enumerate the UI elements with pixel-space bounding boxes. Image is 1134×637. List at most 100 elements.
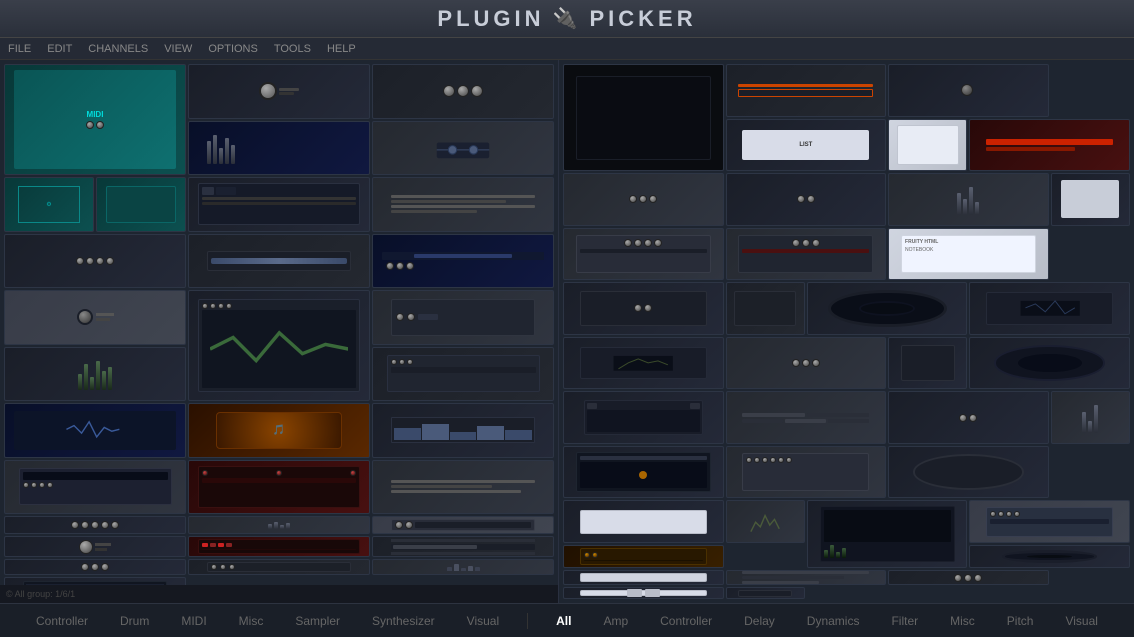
plugin-thumb[interactable]: LIST: [726, 119, 887, 172]
plugin-thumb[interactable]: [969, 119, 1130, 172]
category-divider: [527, 613, 528, 629]
plugin-thumb[interactable]: [969, 545, 1130, 568]
plugin-thumb[interactable]: [888, 173, 1049, 226]
cat-drum[interactable]: Drum: [116, 614, 153, 628]
plugin-thumb[interactable]: [1051, 173, 1130, 226]
plugin-thumb[interactable]: [4, 536, 186, 557]
app-title: PLUGIN 🔌 PICKER: [437, 6, 696, 32]
plugin-thumb[interactable]: [807, 282, 968, 335]
right-plugin-panel: LIST: [558, 60, 1134, 603]
plugin-thumb[interactable]: [4, 516, 186, 534]
plugin-thumb[interactable]: [188, 177, 370, 232]
status-bar: © All group: 1/6/1: [0, 585, 558, 603]
plugin-thumb[interactable]: [4, 234, 186, 289]
plugin-thumb[interactable]: [372, 347, 554, 402]
plugin-thumb[interactable]: [969, 500, 1130, 543]
plugin-thumb[interactable]: [888, 64, 1049, 117]
plugin-thumb[interactable]: [4, 347, 186, 402]
plugin-thumb[interactable]: [726, 570, 887, 585]
plugin-thumb[interactable]: [563, 337, 724, 390]
plugin-thumb[interactable]: [563, 570, 724, 585]
menu-tools[interactable]: TOOLS: [274, 43, 311, 55]
plugin-thumb[interactable]: [188, 460, 370, 515]
menu-help[interactable]: HELP: [327, 43, 356, 55]
cat-visual-left[interactable]: Visual: [463, 614, 503, 628]
cat-midi[interactable]: MIDI: [177, 614, 210, 628]
plugin-thumb[interactable]: [563, 391, 724, 444]
plugin-thumb[interactable]: [563, 282, 724, 335]
plugin-thumb[interactable]: [188, 516, 370, 534]
plugin-thumb[interactable]: [372, 290, 554, 345]
plugin-thumb[interactable]: [563, 446, 724, 499]
cat-filter[interactable]: Filter: [887, 614, 922, 628]
cat-synthesizer[interactable]: Synthesizer: [368, 614, 439, 628]
plugin-thumb[interactable]: [372, 403, 554, 458]
plugin-thumb[interactable]: [726, 446, 887, 499]
plugin-thumb[interactable]: [372, 559, 554, 575]
plugin-thumb[interactable]: [726, 64, 887, 117]
plugin-thumb[interactable]: [726, 282, 805, 335]
cat-misc-right[interactable]: Misc: [946, 614, 979, 628]
plugin-thumb[interactable]: FRUITY HTML NOTEBOOK: [888, 228, 1049, 281]
plugin-thumb[interactable]: [969, 337, 1130, 390]
cat-controller-right[interactable]: Controller: [656, 614, 716, 628]
plugin-thumb[interactable]: [4, 460, 186, 515]
plugin-thumb[interactable]: [188, 559, 370, 575]
plugin-thumb[interactable]: [726, 228, 887, 281]
menu-file[interactable]: FILE: [8, 43, 31, 55]
plugin-thumb[interactable]: MIDI: [4, 64, 186, 175]
plugin-thumb[interactable]: [563, 173, 724, 226]
plugin-thumb[interactable]: [969, 282, 1130, 335]
plugin-thumb[interactable]: ⚙: [4, 177, 94, 232]
cat-controller-left[interactable]: Controller: [32, 614, 92, 628]
cat-amp[interactable]: Amp: [599, 614, 632, 628]
plugin-thumb[interactable]: [726, 500, 805, 543]
menu-channels[interactable]: CHANNELS: [88, 43, 148, 55]
cat-delay[interactable]: Delay: [740, 614, 779, 628]
plugin-thumb[interactable]: [563, 500, 724, 543]
plugin-thumb[interactable]: [4, 290, 186, 345]
menu-edit[interactable]: EDIT: [47, 43, 72, 55]
plugin-thumb[interactable]: [807, 500, 968, 568]
plugin-thumb[interactable]: [188, 234, 370, 289]
plugin-thumb[interactable]: [726, 173, 887, 226]
plugin-thumb[interactable]: [888, 570, 1049, 585]
plugin-thumb[interactable]: [372, 64, 554, 119]
plugin-thumb[interactable]: [372, 516, 554, 534]
plugin-thumb[interactable]: [888, 337, 967, 390]
plugin-thumb[interactable]: [726, 391, 887, 444]
plugin-thumb[interactable]: [888, 119, 967, 172]
plugin-thumb[interactable]: [96, 177, 186, 232]
plugin-thumb[interactable]: [888, 391, 1049, 444]
title-picker: PICKER: [589, 6, 696, 32]
plugin-thumb[interactable]: [372, 234, 554, 289]
plugin-thumb[interactable]: [1051, 391, 1130, 444]
cat-dynamics[interactable]: Dynamics: [803, 614, 864, 628]
plugin-thumb[interactable]: [188, 121, 370, 176]
plugin-thumb[interactable]: [726, 337, 887, 390]
plugin-thumb[interactable]: [563, 545, 724, 568]
plugin-thumb[interactable]: [372, 121, 554, 176]
plugin-thumb[interactable]: [372, 536, 554, 557]
menu-options[interactable]: OPTIONS: [208, 43, 258, 55]
plugin-thumb[interactable]: [188, 536, 370, 557]
plugin-thumb[interactable]: [726, 587, 805, 599]
plugin-thumb[interactable]: [372, 460, 554, 515]
plugin-thumb[interactable]: 🎵: [188, 403, 370, 458]
cat-misc-left[interactable]: Misc: [235, 614, 268, 628]
plugin-thumb[interactable]: [372, 177, 554, 232]
cat-all[interactable]: All: [552, 614, 575, 628]
plugin-thumb[interactable]: [563, 64, 724, 171]
plugin-thumb[interactable]: [563, 587, 724, 599]
cat-pitch[interactable]: Pitch: [1003, 614, 1038, 628]
cat-sampler[interactable]: Sampler: [291, 614, 344, 628]
plugin-thumb[interactable]: [188, 290, 370, 401]
menu-view[interactable]: VIEW: [164, 43, 192, 55]
cat-visual-right[interactable]: Visual: [1061, 614, 1101, 628]
plugin-thumb[interactable]: [563, 228, 724, 281]
plugin-thumb[interactable]: [4, 403, 186, 458]
plugin-thumb[interactable]: [188, 64, 370, 119]
title-plugin: PLUGIN: [437, 6, 544, 32]
plugin-thumb[interactable]: [888, 446, 1049, 499]
plugin-thumb[interactable]: [4, 559, 186, 575]
